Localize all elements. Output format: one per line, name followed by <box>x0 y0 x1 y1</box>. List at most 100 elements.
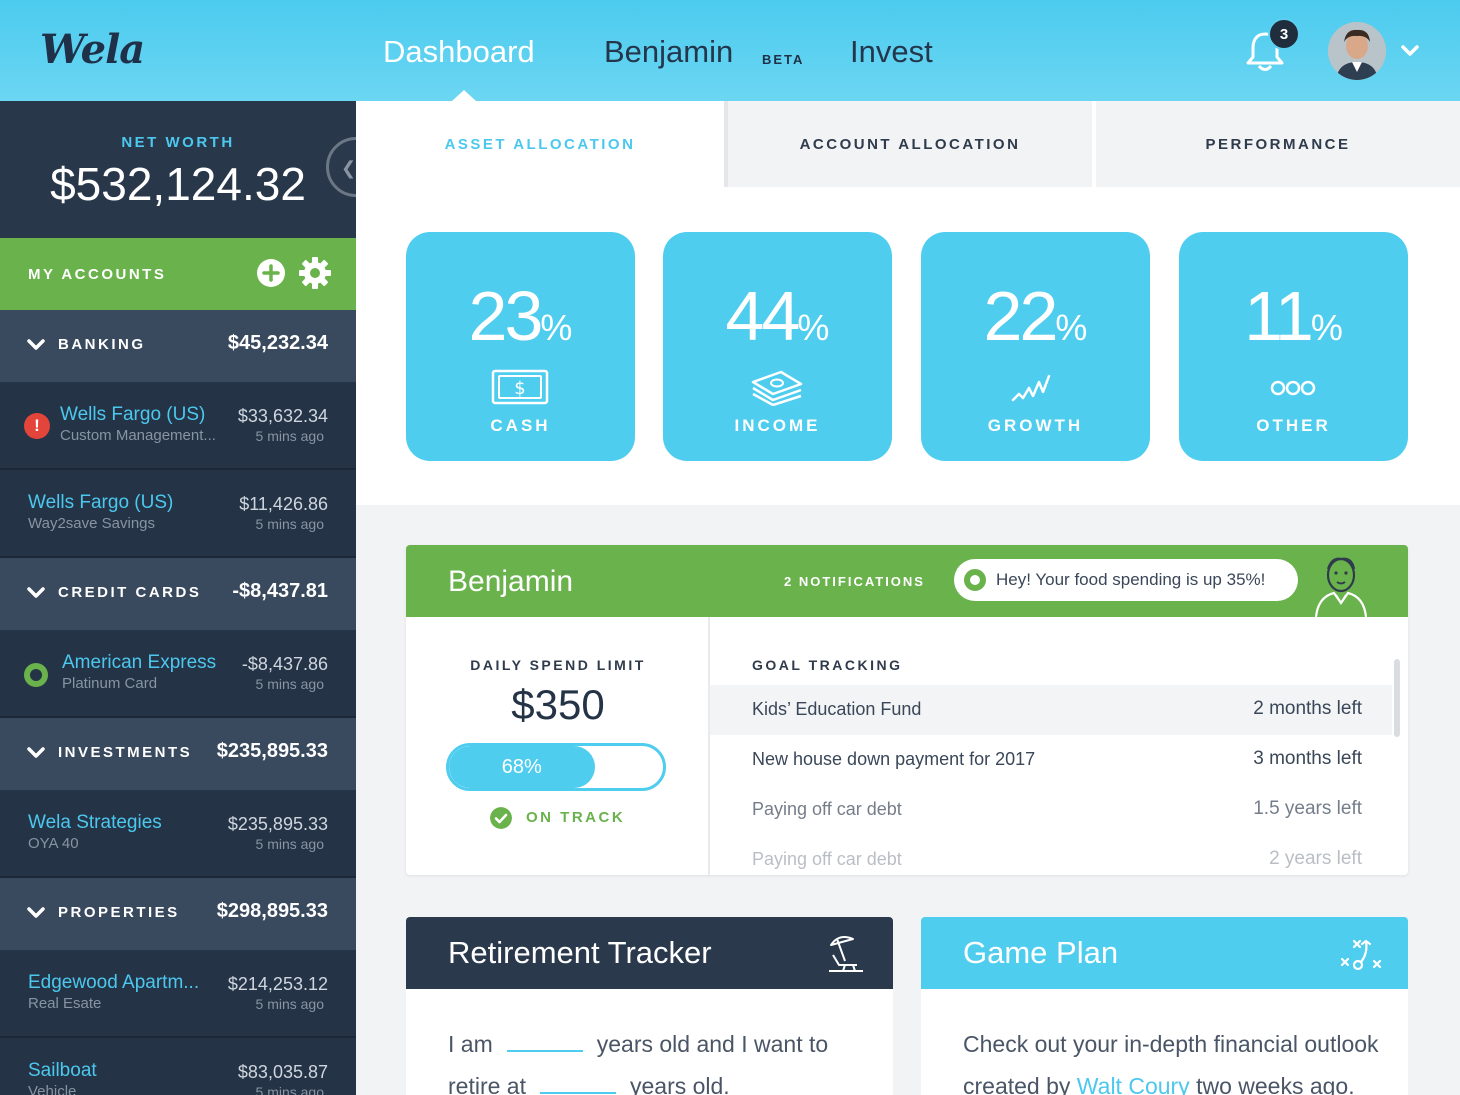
chevron-down-icon <box>27 339 45 350</box>
beach-umbrella-icon <box>829 936 863 972</box>
nav-dashboard[interactable]: Dashboard <box>383 34 535 70</box>
add-account-icon[interactable] <box>256 258 286 288</box>
account-row[interactable]: Edgewood Apartm... Real Esate $214,253.1… <box>0 950 356 1038</box>
account-subtitle: Platinum Card <box>62 675 158 692</box>
status-text: ON TRACK <box>526 809 626 826</box>
allocation-card-cash[interactable]: 23% $ CASH <box>406 232 635 461</box>
account-subtitle: OYA 40 <box>28 835 79 852</box>
account-row[interactable]: Wela Strategies OYA 40 $235,895.33 5 min… <box>0 790 356 878</box>
other-icon <box>1270 380 1316 396</box>
main-content: ASSET ALLOCATION ACCOUNT ALLOCATION PERF… <box>356 101 1460 1095</box>
chevron-left-icon: ❮ <box>341 158 357 178</box>
avatar-photo <box>1328 22 1386 80</box>
group-properties[interactable]: PROPERTIES $298,895.33 <box>0 878 356 950</box>
chevron-down-icon <box>27 587 45 598</box>
retirement-tracker-header: Retirement Tracker <box>406 917 893 989</box>
account-value: $235,895.33 <box>227 814 328 834</box>
account-value: -$8,437.86 <box>241 654 328 674</box>
account-updated: 5 mins ago <box>255 516 324 532</box>
account-name: Sailboat <box>28 1060 97 1081</box>
svg-text:$: $ <box>514 378 525 399</box>
status-ring-icon <box>964 569 986 591</box>
goal-name: Kids’ Education Fund <box>752 699 922 719</box>
wela-logo[interactable]: Wela <box>40 26 145 73</box>
account-name: Wells Fargo (US) <box>60 404 206 425</box>
allocation-card-other[interactable]: 11% OTHER <box>1179 232 1408 461</box>
account-subtitle: Vehicle <box>28 1083 77 1095</box>
account-updated: 5 mins ago <box>255 836 324 852</box>
account-row[interactable]: ! Wells Fargo (US) Custom Management... … <box>0 382 356 470</box>
chevron-down-icon <box>27 907 45 918</box>
account-value: $33,632.34 <box>237 406 328 426</box>
account-row[interactable]: Sailboat Vehicle $83,035.87 5 mins ago <box>0 1038 356 1095</box>
group-value: $235,895.33 <box>216 740 328 762</box>
notification-bubble[interactable]: Hey! Your food spending is up 35%! <box>954 559 1298 601</box>
account-row[interactable]: American Express Platinum Card -$8,437.8… <box>0 630 356 718</box>
goal-row[interactable]: Paying off car debt 2 years left <box>710 835 1392 875</box>
nav-invest[interactable]: Invest <box>850 34 933 70</box>
account-updated: 5 mins ago <box>255 428 324 444</box>
spend-progress-bar: 68% <box>446 743 666 791</box>
notifications-count[interactable]: 2 NOTIFICATIONS <box>784 574 925 589</box>
tab-performance[interactable]: PERFORMANCE <box>1096 101 1460 187</box>
daily-spend-value: $350 <box>511 681 605 728</box>
allocation-percent: 11% <box>1244 277 1343 355</box>
alert-icon: ! <box>24 413 50 439</box>
active-nav-indicator <box>452 90 476 101</box>
game-plan-header: Game Plan <box>921 917 1408 989</box>
goals-scrollbar[interactable] <box>1394 659 1400 737</box>
account-name: Wells Fargo (US) <box>28 492 174 513</box>
accounts-sidebar: NET WORTH $532,124.32 MY ACCOUNTS BANKIN… <box>0 101 356 1095</box>
goal-name: Paying off car debt <box>752 849 902 869</box>
goal-row[interactable]: New house down payment for 2017 3 months… <box>710 735 1392 785</box>
account-updated: 5 mins ago <box>255 1084 324 1095</box>
game-plan-title: Game Plan <box>963 935 1119 970</box>
allocation-card-growth[interactable]: 22% GROWTH <box>921 232 1150 461</box>
age-input[interactable] <box>506 1032 583 1052</box>
growth-icon <box>1011 374 1051 402</box>
group-credit-cards[interactable]: CREDIT CARDS -$8,437.81 <box>0 558 356 630</box>
account-name: Edgewood Apartm... <box>28 972 200 993</box>
goal-row[interactable]: Kids’ Education Fund 2 months left <box>710 685 1392 735</box>
notification-count-badge: 3 <box>1268 18 1300 50</box>
account-updated: 5 mins ago <box>255 996 324 1012</box>
benjamin-card-header: Benjamin 2 NOTIFICATIONS Hey! Your food … <box>406 545 1408 617</box>
group-value: -$8,437.81 <box>232 580 328 602</box>
strategy-play-icon <box>1340 939 1382 971</box>
goal-name: Paying off car debt <box>752 799 902 819</box>
nav-benjamin[interactable]: Benjamin <box>604 34 733 70</box>
status-ring-icon <box>24 663 48 687</box>
advisor-avatar-icon <box>1314 557 1368 617</box>
user-avatar[interactable] <box>1328 22 1386 80</box>
allocation-label: INCOME <box>734 416 821 435</box>
goal-tracking-label: GOAL TRACKING <box>752 657 903 673</box>
asset-allocation-panel: 23% $ CASH 44% INCOME 22% GROWTH 11% OTH… <box>356 187 1460 505</box>
retire-age-input[interactable] <box>539 1074 616 1094</box>
chevron-down-icon <box>27 747 45 758</box>
tab-asset-allocation[interactable]: ASSET ALLOCATION <box>356 101 724 187</box>
gear-icon[interactable] <box>298 256 332 290</box>
retirement-tracker-title: Retirement Tracker <box>448 935 712 970</box>
goal-time-left: 1.5 years left <box>1253 798 1362 819</box>
goal-name: New house down payment for 2017 <box>752 749 1036 769</box>
retirement-tracker-card: Retirement Tracker I am years old and I w… <box>406 917 893 1095</box>
advisor-link[interactable]: Walt Coury <box>1077 1073 1190 1095</box>
net-worth-panel: NET WORTH $532,124.32 <box>0 101 356 238</box>
game-plan-text: Check out your in-depth financial outloo… <box>963 1023 1383 1095</box>
account-updated: 5 mins ago <box>255 676 324 692</box>
goal-row[interactable]: Paying off car debt 1.5 years left <box>710 785 1392 835</box>
allocation-card-income[interactable]: 44% INCOME <box>663 232 892 461</box>
checkmark-icon <box>490 807 512 829</box>
tab-account-allocation[interactable]: ACCOUNT ALLOCATION <box>728 101 1092 187</box>
group-value: $298,895.33 <box>216 900 328 922</box>
goal-time-left: 2 months left <box>1253 698 1362 719</box>
cash-icon: $ <box>491 369 549 405</box>
group-label: BANKING <box>58 336 146 353</box>
account-subtitle: Real Esate <box>28 995 102 1012</box>
retirement-sentence: I am years old and I want to retire at yea… <box>448 1031 829 1095</box>
chevron-down-icon[interactable] <box>1400 40 1420 60</box>
beta-badge: BETA <box>762 52 805 67</box>
account-row[interactable]: Wells Fargo (US) Way2save Savings $11,42… <box>0 470 356 558</box>
group-investments[interactable]: INVESTMENTS $235,895.33 <box>0 718 356 790</box>
group-banking[interactable]: BANKING $45,232.34 <box>0 310 356 382</box>
